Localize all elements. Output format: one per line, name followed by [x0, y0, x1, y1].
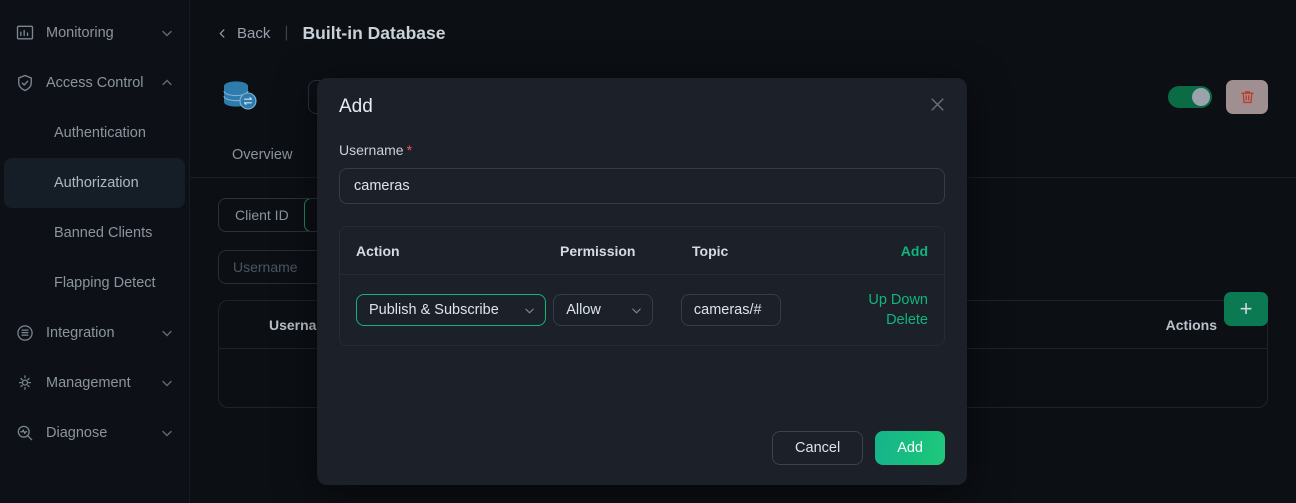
topic-value: cameras/#	[693, 302, 762, 318]
enable-toggle[interactable]	[1168, 86, 1212, 108]
chevron-down-icon	[162, 430, 172, 437]
username-input[interactable]	[339, 168, 945, 204]
sidebar-group-access-control[interactable]: Access Control	[0, 58, 189, 108]
dialog-footer: Cancel Add	[772, 431, 945, 465]
sidebar-group-label: Management	[46, 375, 131, 391]
row-operations-links[interactable]: Up Down Delete	[868, 292, 928, 328]
permission-select[interactable]: Allow	[553, 294, 654, 326]
breadcrumb: Back | Built-in Database	[190, 0, 1296, 66]
sidebar-group-label: Integration	[46, 325, 115, 341]
tab-label: Overview	[232, 147, 293, 163]
action-select-value: Publish & Subscribe	[369, 302, 499, 318]
header-actions	[1168, 80, 1268, 114]
row-operations-cell: Up Down Delete	[826, 290, 944, 330]
sidebar-item-label: Authentication	[54, 125, 146, 141]
tab-overview[interactable]: Overview	[218, 147, 306, 177]
chevron-down-icon	[162, 30, 172, 37]
back-label: Back	[237, 24, 271, 42]
monitor-chart-icon	[14, 22, 36, 44]
sidebar-item-label: Flapping Detect	[54, 275, 156, 291]
dialog-title: Add	[339, 96, 373, 117]
add-dialog: Add Username* Action Permission Topic Ad…	[317, 78, 967, 485]
app-root: Monitoring Access Control Authentication…	[0, 0, 1296, 503]
back-button[interactable]: Back	[218, 25, 270, 42]
permission-cell: Allow	[553, 294, 681, 326]
topic-cell: cameras/#	[680, 294, 826, 326]
add-rule-link[interactable]: Add	[842, 243, 944, 259]
sidebar: Monitoring Access Control Authentication…	[0, 0, 190, 503]
chevron-down-icon	[162, 330, 172, 337]
topic-input[interactable]: cameras/#	[680, 294, 781, 326]
chevron-down-icon	[525, 308, 534, 314]
sidebar-item-flapping-detect[interactable]: Flapping Detect	[4, 258, 185, 308]
sidebar-group-diagnose[interactable]: Diagnose	[0, 408, 189, 458]
sidebar-item-authentication[interactable]: Authentication	[4, 108, 185, 158]
database-icon	[218, 75, 262, 119]
chevron-left-icon	[219, 28, 225, 38]
add-user-button[interactable]: +	[1224, 292, 1268, 326]
action-cell: Publish & Subscribe	[340, 294, 553, 326]
action-select[interactable]: Publish & Subscribe	[356, 294, 546, 326]
table-row: Publish & Subscribe Allow cameras/# Up D…	[340, 275, 944, 345]
dialog-header: Add	[317, 78, 967, 136]
username-field-label: Username *	[339, 142, 945, 158]
dialog-body: Username* Action Permission Topic Add Pu…	[317, 142, 967, 346]
search-placeholder: Username	[233, 259, 298, 275]
submit-add-button[interactable]: Add	[875, 431, 945, 465]
sidebar-group-label: Access Control	[46, 75, 144, 91]
permissions-table: Action Permission Topic Add Publish & Su…	[339, 226, 945, 346]
sidebar-group-integration[interactable]: Integration	[0, 308, 189, 358]
segment-client-id[interactable]: Client ID	[219, 199, 305, 231]
sidebar-group-label: Diagnose	[46, 425, 108, 441]
sidebar-item-label: Authorization	[54, 175, 139, 191]
segment-label: Client ID	[235, 207, 289, 223]
gear-icon	[14, 372, 36, 394]
chevron-up-icon	[162, 79, 172, 86]
close-icon[interactable]	[930, 97, 945, 117]
shield-check-icon	[14, 72, 36, 94]
diagnose-pulse-icon	[14, 422, 36, 444]
column-header-topic: Topic	[692, 242, 729, 259]
permission-select-value: Allow	[566, 302, 601, 318]
sidebar-group-monitoring[interactable]: Monitoring	[0, 8, 189, 58]
sidebar-item-banned-clients[interactable]: Banned Clients	[4, 208, 185, 258]
page-title: Built-in Database	[302, 22, 446, 43]
username-label-text: Username	[339, 142, 404, 158]
breadcrumb-separator: |	[284, 24, 289, 41]
plus-icon: +	[1239, 296, 1253, 321]
sidebar-group-label: Monitoring	[46, 25, 114, 41]
chevron-down-icon	[632, 308, 642, 314]
required-mark: *	[406, 142, 413, 158]
toggle-knob	[1192, 88, 1210, 106]
sidebar-item-label: Banned Clients	[54, 225, 153, 241]
column-header-action: Action	[356, 242, 400, 259]
integration-stack-icon	[14, 322, 36, 344]
column-header-permission: Permission	[560, 242, 636, 259]
chevron-down-icon	[162, 380, 172, 387]
delete-button[interactable]	[1226, 80, 1268, 114]
cancel-button[interactable]: Cancel	[772, 431, 864, 465]
permissions-header-row: Action Permission Topic Add	[340, 227, 944, 275]
sidebar-group-management[interactable]: Management	[0, 358, 189, 408]
sidebar-item-authorization[interactable]: Authorization	[4, 158, 185, 208]
